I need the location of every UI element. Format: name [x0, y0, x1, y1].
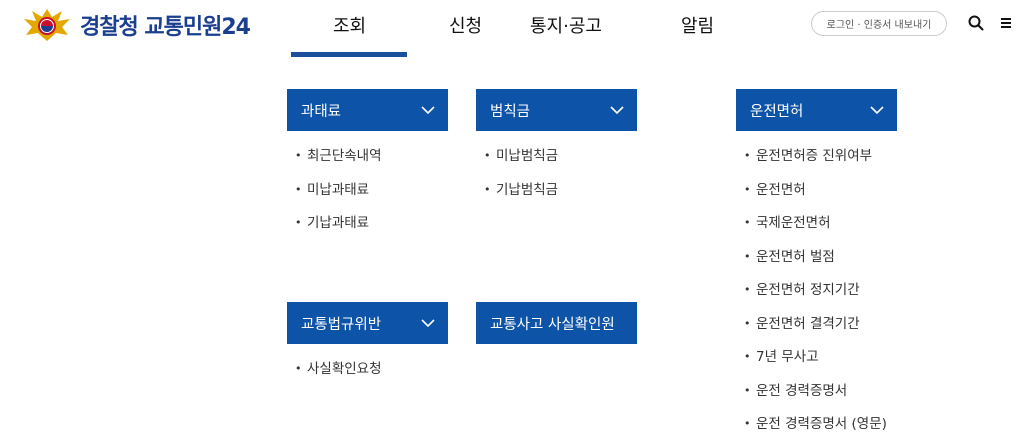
section-violation-title: 교통법규위반: [301, 316, 382, 333]
section-license-header[interactable]: 운전면허: [736, 89, 897, 131]
list-item[interactable]: 미납범칙금: [476, 147, 558, 181]
chevron-down-icon: [610, 106, 624, 115]
chevron-down-icon: [421, 106, 435, 115]
list-item[interactable]: 운전면허증 진위여부: [736, 147, 887, 181]
list-item[interactable]: 7년 무사고: [736, 348, 887, 382]
section-fines-header[interactable]: 과태료: [287, 89, 448, 131]
logo-text: 경찰청 교통민원24: [80, 15, 251, 40]
list-item[interactable]: 운전면허 벌점: [736, 248, 887, 282]
nav-alerts[interactable]: 알림: [681, 12, 714, 38]
site-logo[interactable]: 경찰청 교통민원24: [22, 7, 251, 43]
login-button[interactable]: 로그인 · 인증서 내보내기: [811, 11, 947, 36]
section-penalty-title: 범칙금: [490, 103, 531, 120]
nav-inquiry[interactable]: 조회: [333, 12, 366, 38]
list-item[interactable]: 기납범칙금: [476, 181, 558, 215]
police-emblem-icon: [24, 9, 70, 41]
section-fines-list: 최근단속내역 미납과태료 기납과태료: [287, 147, 382, 248]
list-item[interactable]: 사실확인요청: [287, 360, 382, 394]
nav-notice[interactable]: 통지·공고: [530, 12, 602, 38]
list-item[interactable]: 운전 경력증명서 (영문): [736, 415, 887, 448]
section-accident-header[interactable]: 교통사고 사실확인원: [476, 302, 637, 344]
list-item[interactable]: 국제운전면허: [736, 214, 887, 248]
list-item[interactable]: 운전 경력증명서: [736, 382, 887, 416]
list-item[interactable]: 기납과태료: [287, 214, 382, 248]
section-violation-list: 사실확인요청: [287, 360, 382, 394]
hamburger-menu-icon[interactable]: [995, 12, 1017, 34]
section-fines-title: 과태료: [301, 103, 342, 120]
section-license-list: 운전면허증 진위여부 운전면허 국제운전면허 운전면허 벌점 운전면허 정지기간…: [736, 147, 887, 448]
list-item[interactable]: 운전면허: [736, 181, 887, 215]
site-header: 경찰청 교통민원24 조회 신청 통지·공고 알림 로그인 · 인증서 내보내기: [0, 0, 1024, 57]
chevron-down-icon: [421, 319, 435, 328]
list-item[interactable]: 최근단속내역: [287, 147, 382, 181]
section-license-title: 운전면허: [750, 103, 804, 120]
nav-application[interactable]: 신청: [449, 12, 482, 38]
section-violation-header[interactable]: 교통법규위반: [287, 302, 448, 344]
list-item[interactable]: 운전면허 결격기간: [736, 315, 887, 349]
list-item[interactable]: 미납과태료: [287, 181, 382, 215]
search-icon[interactable]: [965, 12, 987, 34]
list-item[interactable]: 운전면허 정지기간: [736, 281, 887, 315]
chevron-down-icon: [870, 106, 884, 115]
section-penalty-list: 미납범칙금 기납범칙금: [476, 147, 558, 214]
section-accident-title: 교통사고 사실확인원: [490, 316, 615, 333]
section-penalty-header[interactable]: 범칙금: [476, 89, 637, 131]
nav-active-indicator: [291, 52, 407, 57]
